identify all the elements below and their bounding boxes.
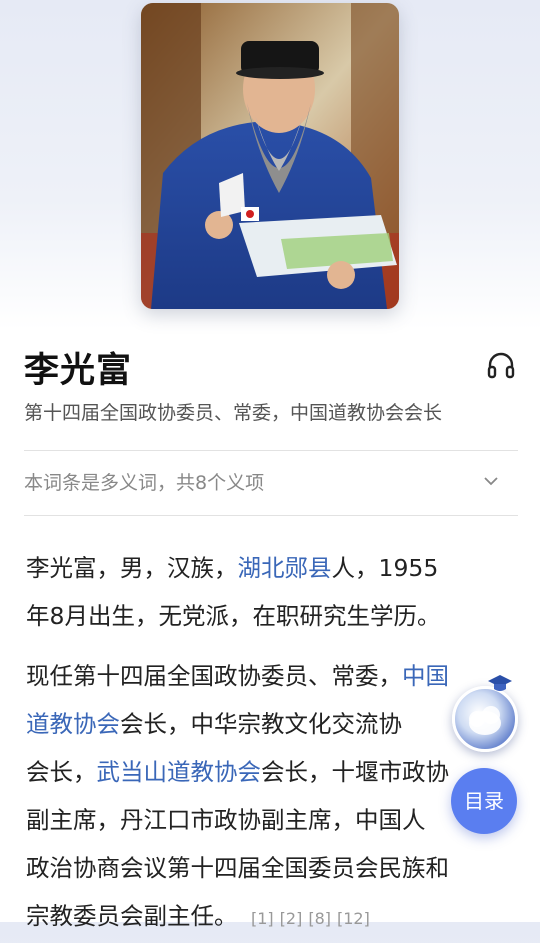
polysemy-selector[interactable]: 本词条是多义词，共8个义项	[24, 465, 518, 499]
intro-line-1: 李光富，男，汉族，湖北郧县人，1955	[26, 544, 518, 592]
references: [1] [2] [8] [12]	[245, 909, 370, 928]
entry-photo[interactable]	[141, 3, 399, 309]
divider-bottom	[24, 515, 518, 516]
ref-link[interactable]: [8]	[308, 909, 331, 928]
ai-assistant-button[interactable]	[452, 686, 518, 752]
ref-link[interactable]: [2]	[280, 909, 303, 928]
positions-text: 会长，	[26, 758, 97, 786]
positions-line-1: 现任第十四届全国政协委员、常委，中国	[26, 652, 518, 700]
positions-line-4: 副主席，丹江口市政协副主席，中国人	[26, 806, 426, 834]
positions-paragraph: 现任第十四届全国政协委员、常委，中国 道教协会会长，中华宗教文化交流协 会长，武…	[26, 652, 518, 943]
positions-text: 会长，十堰市政协	[261, 758, 449, 786]
intro-paragraph: 李光富，男，汉族，湖北郧县人，1955 年8月出生，无党派，在职研究生学历。	[26, 544, 518, 640]
positions-line-6: 宗教委员会副主任。 [1] [2] [8] [12]	[26, 892, 518, 943]
link-wudangshan-taoist[interactable]: 武当山道教协会	[97, 758, 262, 786]
positions-line-5: 政治协商会议第十四届全国委员会民族和	[26, 854, 449, 882]
graduation-cap-icon	[488, 675, 512, 691]
positions-text: 会长，中华宗教文化交流协	[120, 710, 402, 738]
headphones-icon[interactable]	[486, 350, 516, 380]
portrait-image	[141, 3, 399, 309]
entry-title: 李光富	[24, 351, 133, 391]
divider-top	[24, 450, 518, 451]
toc-button[interactable]: 目录	[451, 768, 517, 834]
entry-subtitle: 第十四届全国政协委员、常委，中国道教协会会长	[24, 402, 443, 424]
intro-text: 李光富，男，汉族，	[26, 554, 238, 582]
link-china-taoist-1[interactable]: 中国	[402, 662, 449, 690]
ref-link[interactable]: [12]	[337, 909, 370, 928]
intro-text-after: 人，1955	[331, 554, 439, 582]
positions-text: 宗教委员会副主任。	[26, 902, 238, 930]
positions-text: 现任第十四届全国政协委员、常委，	[26, 662, 402, 690]
positions-line-3: 会长，武当山道教协会会长，十堰市政协	[26, 748, 518, 796]
link-hubei-yunxian[interactable]: 湖北郧县	[238, 554, 332, 582]
ref-link[interactable]: [1]	[251, 909, 274, 928]
polysemy-note: 本词条是多义词，共8个义项	[24, 472, 265, 494]
entry-header: 李光富	[24, 342, 520, 392]
intro-line-2: 年8月出生，无党派，在职研究生学历。	[26, 602, 441, 630]
chevron-down-icon	[484, 477, 498, 486]
link-china-taoist-2[interactable]: 道教协会	[26, 710, 120, 738]
ai-assistant-icon	[469, 706, 501, 735]
positions-line-2: 道教协会会长，中华宗教文化交流协	[26, 700, 518, 748]
